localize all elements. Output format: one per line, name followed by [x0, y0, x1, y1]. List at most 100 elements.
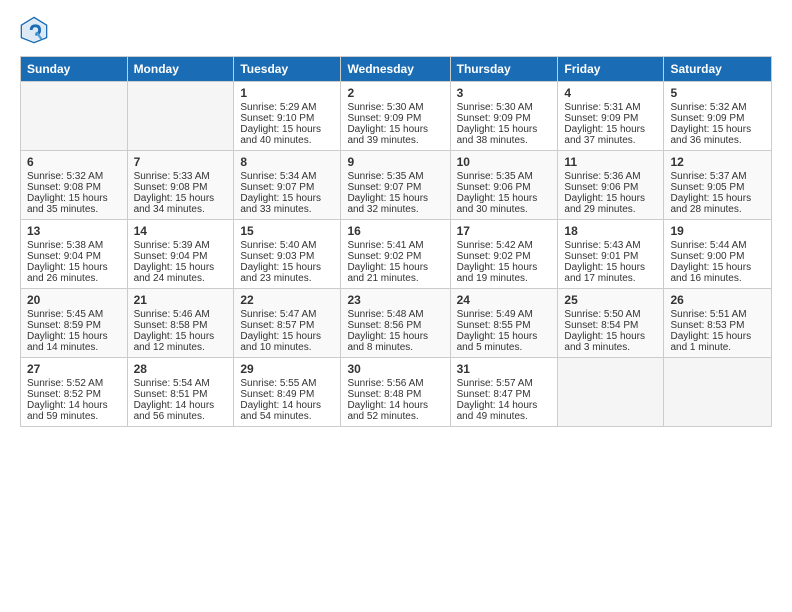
- cell-info-line: and 26 minutes.: [27, 273, 121, 284]
- calendar-cell: 23Sunrise: 5:48 AMSunset: 8:56 PMDayligh…: [341, 289, 450, 358]
- cell-info-line: Daylight: 14 hours: [347, 400, 443, 411]
- cell-info-line: and 17 minutes.: [564, 273, 657, 284]
- calendar-cell: 9Sunrise: 5:35 AMSunset: 9:07 PMDaylight…: [341, 151, 450, 220]
- day-number: 29: [240, 362, 334, 376]
- cell-info-line: Daylight: 15 hours: [564, 124, 657, 135]
- day-number: 1: [240, 86, 334, 100]
- calendar-cell: 28Sunrise: 5:54 AMSunset: 8:51 PMDayligh…: [127, 358, 234, 427]
- cell-info-line: Sunset: 9:02 PM: [457, 251, 552, 262]
- cell-info-line: Sunrise: 5:55 AM: [240, 378, 334, 389]
- cell-info-line: Daylight: 14 hours: [457, 400, 552, 411]
- cell-info-line: Sunset: 8:55 PM: [457, 320, 552, 331]
- cell-info-line: Sunrise: 5:34 AM: [240, 171, 334, 182]
- calendar-cell: 31Sunrise: 5:57 AMSunset: 8:47 PMDayligh…: [450, 358, 558, 427]
- calendar-cell: 5Sunrise: 5:32 AMSunset: 9:09 PMDaylight…: [664, 82, 772, 151]
- cell-info-line: Sunrise: 5:43 AM: [564, 240, 657, 251]
- cell-info-line: and 30 minutes.: [457, 204, 552, 215]
- cell-info-line: and 16 minutes.: [670, 273, 765, 284]
- cell-info-line: Sunset: 9:03 PM: [240, 251, 334, 262]
- calendar-header-row: SundayMondayTuesdayWednesdayThursdayFrid…: [21, 57, 772, 82]
- calendar-cell: 16Sunrise: 5:41 AMSunset: 9:02 PMDayligh…: [341, 220, 450, 289]
- cell-info-line: and 54 minutes.: [240, 411, 334, 422]
- day-header-thursday: Thursday: [450, 57, 558, 82]
- cell-info-line: Sunrise: 5:54 AM: [134, 378, 228, 389]
- cell-info-line: Daylight: 15 hours: [564, 262, 657, 273]
- cell-info-line: Sunrise: 5:32 AM: [27, 171, 121, 182]
- day-number: 14: [134, 224, 228, 238]
- cell-info-line: Sunrise: 5:48 AM: [347, 309, 443, 320]
- cell-info-line: Sunrise: 5:39 AM: [134, 240, 228, 251]
- day-number: 13: [27, 224, 121, 238]
- cell-info-line: Sunrise: 5:30 AM: [347, 102, 443, 113]
- day-number: 26: [670, 293, 765, 307]
- cell-info-line: Sunrise: 5:33 AM: [134, 171, 228, 182]
- cell-info-line: and 12 minutes.: [134, 342, 228, 353]
- calendar-cell: 11Sunrise: 5:36 AMSunset: 9:06 PMDayligh…: [558, 151, 664, 220]
- day-number: 23: [347, 293, 443, 307]
- day-number: 3: [457, 86, 552, 100]
- calendar-cell: [127, 82, 234, 151]
- cell-info-line: and 14 minutes.: [27, 342, 121, 353]
- day-number: 9: [347, 155, 443, 169]
- cell-info-line: and 59 minutes.: [27, 411, 121, 422]
- cell-info-line: Sunset: 8:53 PM: [670, 320, 765, 331]
- cell-info-line: Daylight: 15 hours: [27, 193, 121, 204]
- day-header-sunday: Sunday: [21, 57, 128, 82]
- day-number: 21: [134, 293, 228, 307]
- cell-info-line: Daylight: 15 hours: [240, 124, 334, 135]
- cell-info-line: and 21 minutes.: [347, 273, 443, 284]
- cell-info-line: Sunset: 8:52 PM: [27, 389, 121, 400]
- cell-info-line: and 5 minutes.: [457, 342, 552, 353]
- cell-info-line: Sunset: 9:09 PM: [457, 113, 552, 124]
- calendar-cell: 30Sunrise: 5:56 AMSunset: 8:48 PMDayligh…: [341, 358, 450, 427]
- cell-info-line: Daylight: 15 hours: [457, 331, 552, 342]
- day-number: 19: [670, 224, 765, 238]
- day-number: 18: [564, 224, 657, 238]
- cell-info-line: Sunset: 9:07 PM: [347, 182, 443, 193]
- calendar-cell: 2Sunrise: 5:30 AMSunset: 9:09 PMDaylight…: [341, 82, 450, 151]
- calendar-cell: [558, 358, 664, 427]
- day-header-monday: Monday: [127, 57, 234, 82]
- cell-info-line: and 8 minutes.: [347, 342, 443, 353]
- day-number: 25: [564, 293, 657, 307]
- cell-info-line: Daylight: 15 hours: [240, 193, 334, 204]
- cell-info-line: Sunrise: 5:57 AM: [457, 378, 552, 389]
- cell-info-line: Sunset: 8:57 PM: [240, 320, 334, 331]
- cell-info-line: Daylight: 15 hours: [27, 262, 121, 273]
- day-number: 4: [564, 86, 657, 100]
- cell-info-line: and 3 minutes.: [564, 342, 657, 353]
- cell-info-line: and 32 minutes.: [347, 204, 443, 215]
- cell-info-line: and 28 minutes.: [670, 204, 765, 215]
- cell-info-line: Sunrise: 5:40 AM: [240, 240, 334, 251]
- cell-info-line: Sunrise: 5:46 AM: [134, 309, 228, 320]
- day-number: 7: [134, 155, 228, 169]
- cell-info-line: Sunset: 9:08 PM: [134, 182, 228, 193]
- cell-info-line: Daylight: 15 hours: [457, 262, 552, 273]
- cell-info-line: Sunset: 9:01 PM: [564, 251, 657, 262]
- calendar-cell: 8Sunrise: 5:34 AMSunset: 9:07 PMDaylight…: [234, 151, 341, 220]
- cell-info-line: Sunset: 9:00 PM: [670, 251, 765, 262]
- calendar-cell: [21, 82, 128, 151]
- day-number: 17: [457, 224, 552, 238]
- calendar-week-row: 27Sunrise: 5:52 AMSunset: 8:52 PMDayligh…: [21, 358, 772, 427]
- calendar-week-row: 1Sunrise: 5:29 AMSunset: 9:10 PMDaylight…: [21, 82, 772, 151]
- cell-info-line: Sunset: 8:51 PM: [134, 389, 228, 400]
- day-number: 27: [27, 362, 121, 376]
- calendar-cell: 25Sunrise: 5:50 AMSunset: 8:54 PMDayligh…: [558, 289, 664, 358]
- cell-info-line: Sunset: 9:08 PM: [27, 182, 121, 193]
- calendar-cell: 3Sunrise: 5:30 AMSunset: 9:09 PMDaylight…: [450, 82, 558, 151]
- cell-info-line: Daylight: 15 hours: [457, 193, 552, 204]
- cell-info-line: Sunrise: 5:51 AM: [670, 309, 765, 320]
- cell-info-line: Daylight: 15 hours: [134, 193, 228, 204]
- cell-info-line: and 39 minutes.: [347, 135, 443, 146]
- cell-info-line: Sunset: 8:48 PM: [347, 389, 443, 400]
- day-number: 2: [347, 86, 443, 100]
- cell-info-line: Daylight: 15 hours: [670, 262, 765, 273]
- cell-info-line: and 35 minutes.: [27, 204, 121, 215]
- calendar-cell: 27Sunrise: 5:52 AMSunset: 8:52 PMDayligh…: [21, 358, 128, 427]
- calendar-cell: 22Sunrise: 5:47 AMSunset: 8:57 PMDayligh…: [234, 289, 341, 358]
- day-number: 31: [457, 362, 552, 376]
- day-header-wednesday: Wednesday: [341, 57, 450, 82]
- cell-info-line: and 52 minutes.: [347, 411, 443, 422]
- day-number: 16: [347, 224, 443, 238]
